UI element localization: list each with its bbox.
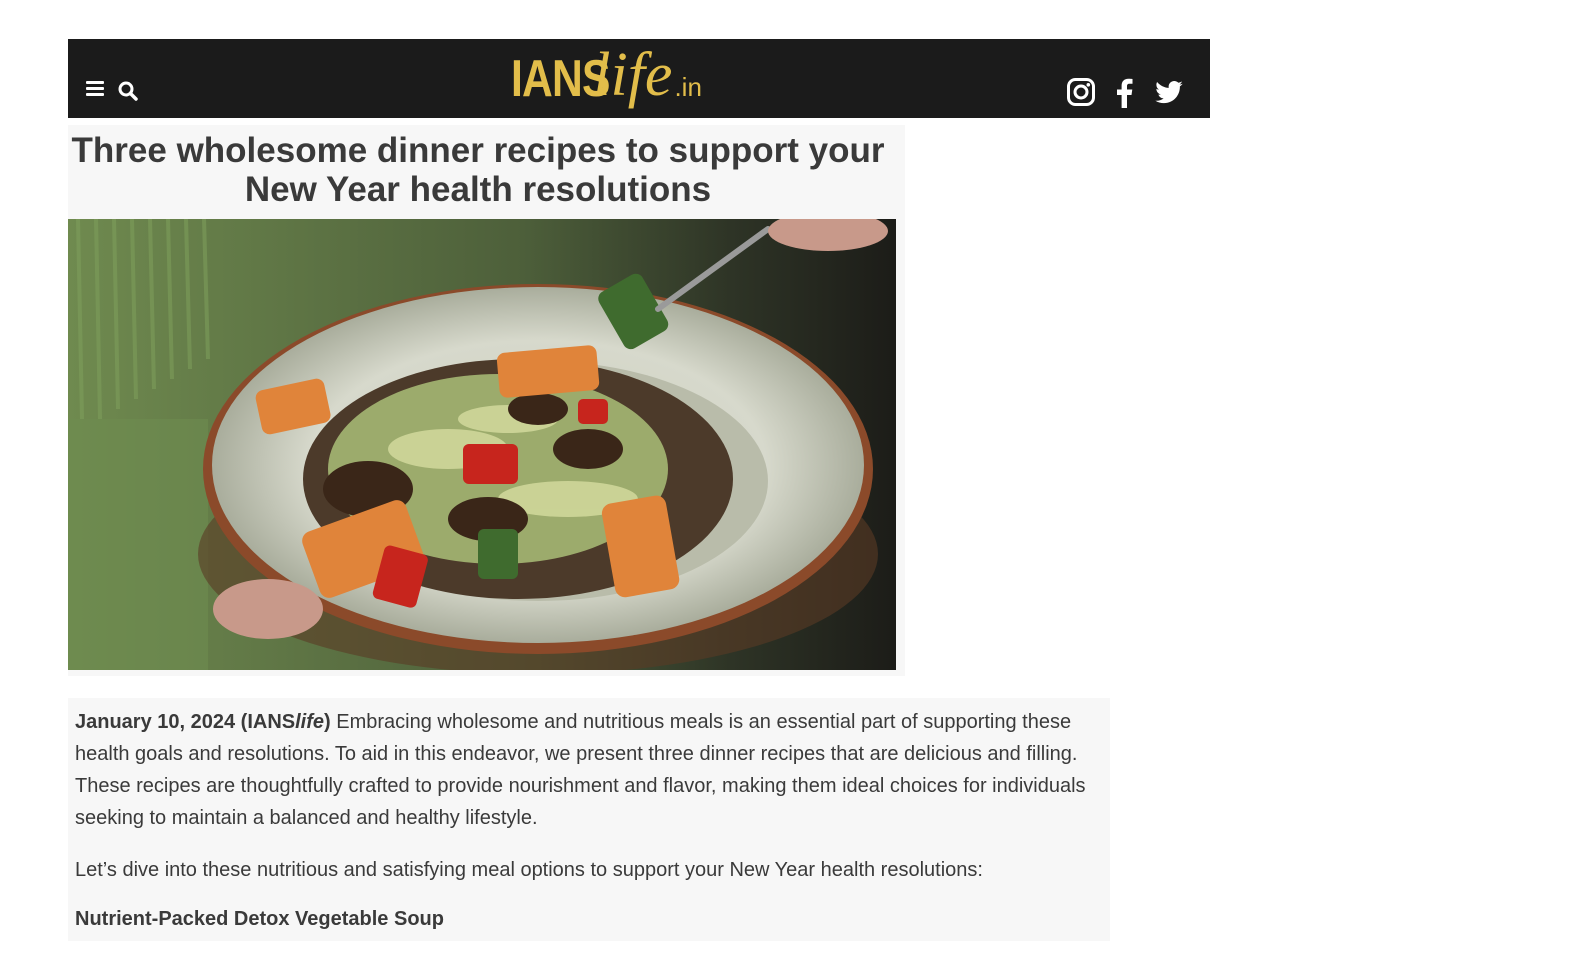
search-icon[interactable] bbox=[117, 80, 139, 102]
logo-ians-text: IANS bbox=[511, 49, 610, 108]
dateline-date: January 10, 2024 (IANS bbox=[75, 711, 296, 733]
article-title: Three wholesome dinner recipes to suppor… bbox=[71, 131, 885, 209]
site-header: IANS life .in bbox=[68, 39, 1210, 118]
salad-bowl-photo bbox=[68, 219, 896, 670]
article-body: January 10, 2024 (IANSlife) Embracing wh… bbox=[68, 698, 1110, 941]
site-logo[interactable]: IANS life .in bbox=[511, 39, 791, 118]
hamburger-menu-icon[interactable] bbox=[86, 81, 104, 97]
dateline-source: life bbox=[295, 711, 325, 733]
dateline: January 10, 2024 (IANSlife) bbox=[75, 711, 331, 733]
recipe-subheading: Nutrient-Packed Detox Vegetable Soup bbox=[75, 908, 444, 930]
article-intro-paragraph: January 10, 2024 (IANSlife) Embracing wh… bbox=[75, 706, 1097, 834]
instagram-icon[interactable] bbox=[1066, 77, 1096, 109]
article-hero: Three wholesome dinner recipes to suppor… bbox=[68, 125, 905, 676]
facebook-icon[interactable] bbox=[1114, 77, 1136, 109]
article-paragraph-2: Let’s dive into these nutritious and sat… bbox=[75, 859, 983, 881]
dateline-close: ) bbox=[324, 711, 331, 733]
logo-domain-text: .in bbox=[674, 72, 702, 102]
twitter-icon[interactable] bbox=[1154, 77, 1184, 109]
